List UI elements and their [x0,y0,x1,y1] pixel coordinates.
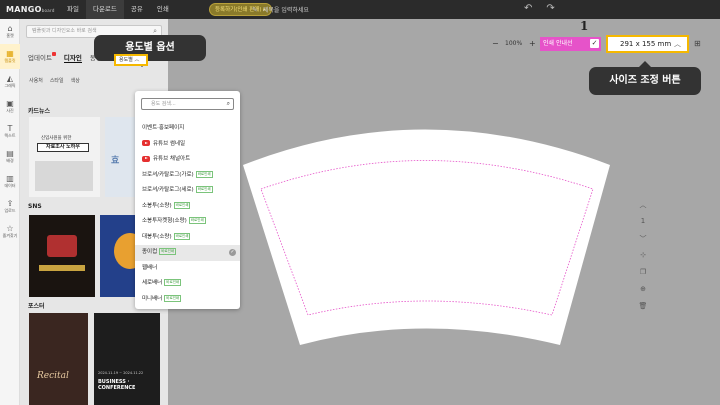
template-thumb[interactable]: 신입사원을 위한 자료조사 노하우 [29,117,100,197]
rail-photo[interactable]: ▣ 사진 [0,94,20,119]
template-thumb[interactable]: Recital [29,313,88,405]
instant-print-badge: 바로인쇄 [195,170,213,178]
title-placeholder: 제목을 입력하세요 [262,7,309,14]
layout-icon[interactable]: ⊞ [694,39,701,48]
print-guide-toggle[interactable]: 인쇄 안내선 ✓ [540,37,601,51]
filter-row: 사용처 스타일 색상 [28,75,81,86]
size-adjust-button[interactable]: 291 x 155 mm ︿ [606,35,689,53]
instant-print-badge: 바로인쇄 [164,279,182,286]
chevron-up-icon: ︿ [674,40,681,48]
usage-filter-button[interactable]: 용도별 ︿ [114,54,148,66]
template-icon: ▦ [6,49,14,58]
usage-options-callout: 용도별 옵션 [94,35,206,67]
duplicate-page-icon[interactable]: ❐ [638,268,648,285]
usage-option[interactable]: 세로배너 바로인쇄 [135,276,240,292]
background-icon: ▤ [6,149,14,158]
history-controls: ↶ ↷ [524,3,569,14]
size-button-callout: 사이즈 조정 버튼 [589,61,701,95]
graphic-icon: ◭ [6,74,14,83]
usage-option[interactable]: 브로셔/카탈로그(세로) 바로인쇄 [135,183,240,199]
rail-favorite[interactable]: ☆ 즐겨찾기 [0,219,20,244]
app-logo[interactable]: MANGOboard [6,5,55,14]
menu-download[interactable]: 다운로드 [85,0,124,19]
section-sns: SNS [28,203,42,210]
delete-icon[interactable]: 🗑 [638,302,648,319]
instant-print-badge: 바로인쇄 [173,201,191,209]
text-icon: T [7,124,13,133]
rail-data[interactable]: ▥ 데이터 [0,169,20,194]
filter-usage-place[interactable]: 사용처 [28,75,44,86]
instant-print-badge: 바로인쇄 [159,248,177,255]
usage-dropdown: 용도 검색... ⌕ 이벤트·홍보페이지 유튜브 썸네일 유튜브 채널아트 브로… [135,91,240,309]
menu-share[interactable]: 공유 [124,0,150,19]
search-icon[interactable]: ⌕ [227,99,230,109]
section-card-news: 카드뉴스 [28,108,51,115]
rail-graphic[interactable]: ◭ 그래픽 [0,69,20,94]
rail-template[interactable]: ▦ 템플릿 [0,44,20,69]
usage-option[interactable]: 소봉투(소량) 바로인쇄 [135,199,240,215]
undo-icon[interactable]: ↶ [524,3,532,14]
usage-option[interactable]: 미니배너 바로인쇄 [135,292,240,308]
chart-icon: ▥ [6,174,14,183]
template-thumb[interactable] [29,215,95,297]
template-thumb[interactable]: 2024.11.19 ~ 2024.11.22 BUSINESS · CONFE… [94,313,160,405]
home-icon: ⌂ [7,24,13,33]
zoom-level[interactable]: 100% [505,40,522,47]
chevron-up-icon[interactable]: ︿ [638,200,648,217]
chevron-down-icon[interactable]: ﹀ [638,234,648,251]
chevron-up-icon: ︿ [134,57,140,63]
check-icon: ✓ [229,249,236,256]
usage-option[interactable]: 유튜브 채널아트 [135,152,240,168]
main-menu: 파일 다운로드 공유 인쇄 [60,0,176,19]
edit-icon: ✎ [252,5,258,14]
add-page-icon[interactable]: ⊹ [638,251,648,268]
zoom-in-button[interactable]: + [529,39,536,48]
add-icon[interactable]: ⊕ [638,285,648,302]
instant-print-badge: 바로인쇄 [164,294,182,302]
usage-option[interactable]: 대봉투(소량) 바로인쇄 [135,230,240,246]
instant-print-badge: 바로인쇄 [195,186,213,193]
usage-option[interactable]: 유튜브 썸네일 [135,137,240,153]
tab-design[interactable]: 디자인 [63,52,82,63]
usage-option-selected[interactable]: 종이컵 바로인쇄 ✓ [135,245,240,261]
crown-graphic [47,235,77,257]
youtube-icon [142,140,150,146]
usage-option[interactable]: 소봉투자켓형(소량) 바로인쇄 [135,214,240,230]
youtube-icon [142,155,150,162]
usage-search-input[interactable]: 용도 검색... ⌕ [141,98,234,110]
zoom-out-button[interactable]: − [492,39,499,48]
upload-icon: ⇪ [6,199,14,208]
section-poster: 포스터 [28,303,45,310]
redo-icon[interactable]: ↷ [546,3,554,14]
usage-option[interactable]: 브로셔/카탈로그(가로) 바로인쇄 [135,168,240,184]
rail-home[interactable]: ⌂ 홈켓 [0,19,20,44]
step-number: 1 [580,19,589,33]
filter-color[interactable]: 색상 [70,75,81,86]
filter-style[interactable]: 스타일 [49,75,65,86]
top-bar: MANGOboard 파일 다운로드 공유 인쇄 등록하기(인쇄 판매) ▸ ✎… [0,0,720,19]
check-icon[interactable]: ✓ [590,39,599,48]
photo-icon: ▣ [6,99,14,108]
favorite-icon: ☆ [6,224,14,233]
tab-update[interactable]: 업데이트 [28,52,56,63]
instant-print-badge: 바로인쇄 [173,232,191,240]
usage-option[interactable]: 웹배너 [135,261,240,277]
rail-upload[interactable]: ⇪ 업로드 [0,194,20,219]
new-badge [51,52,56,56]
usage-option[interactable]: 이벤트·홍보페이지 [135,121,240,137]
page-number: 1 [640,217,646,225]
left-rail: ⌂ 홈켓 ▦ 템플릿 ◭ 그래픽 ▣ 사진 T 텍스트 ▤ 배경 ▥ 데이터 ⇪ 업로드 ☆ 즐겨… [0,19,20,405]
page-controls: ︿ 1 ﹀ ⊹ ❐ ⊕ 🗑 [638,200,648,319]
instant-print-badge: 바로인쇄 [188,217,206,224]
document-title-input[interactable]: ✎ 제목을 입력하세요 [252,3,309,16]
menu-file[interactable]: 파일 [60,0,86,19]
menu-print[interactable]: 인쇄 [150,0,176,19]
usage-list: 이벤트·홍보페이지 유튜브 썸네일 유튜브 채널아트 브로셔/카탈로그(가로) 바… [135,121,240,307]
rail-text[interactable]: T 텍스트 [0,119,20,144]
rail-background[interactable]: ▤ 배경 [0,144,20,169]
